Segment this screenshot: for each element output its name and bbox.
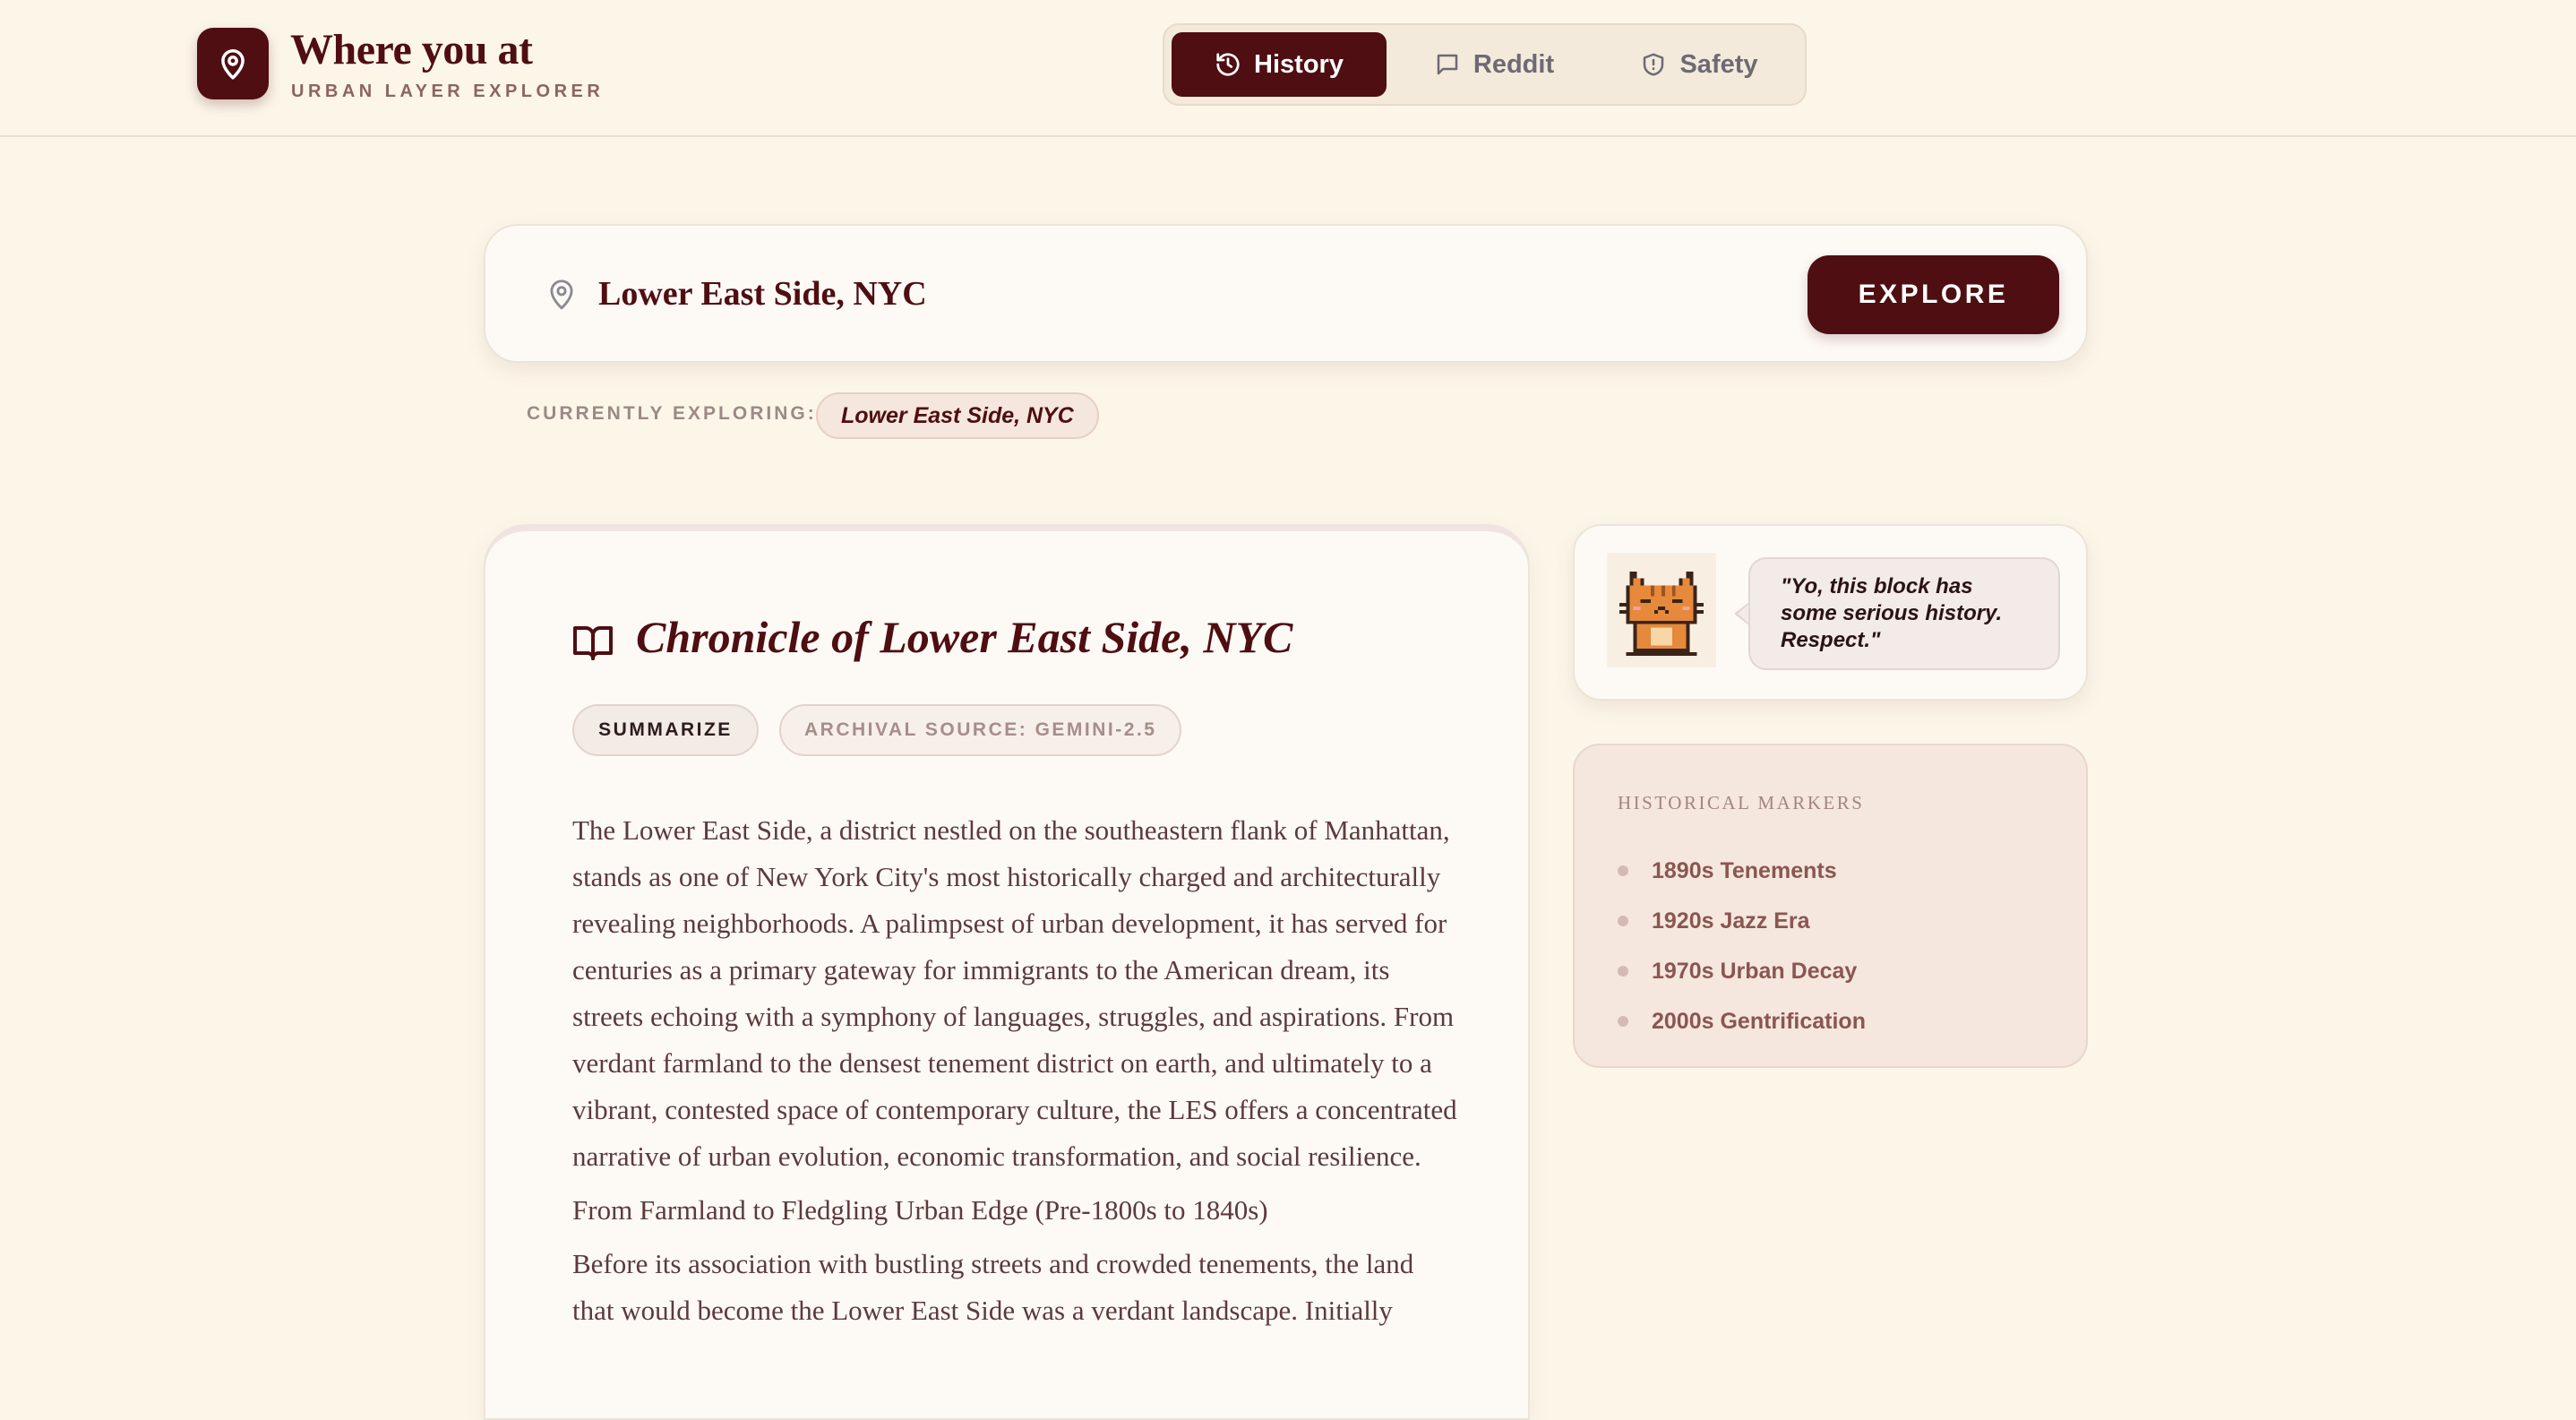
current-location-chip: Lower East Side, NYC (816, 392, 1099, 439)
cat-mascot-icon (1619, 571, 1704, 657)
marker-item[interactable]: 1890s Tenements (1618, 846, 1866, 896)
app-logo[interactable] (197, 28, 269, 99)
archival-source-badge: ARCHIVAL SOURCE: GEMINI-2.5 (779, 704, 1182, 756)
tab-history-label: History (1254, 49, 1344, 79)
bullet-dot-icon (1618, 916, 1628, 926)
marker-label: 1890s Tenements (1652, 857, 1837, 883)
chronicle-paragraph: Before its association with bustling str… (572, 1248, 1414, 1326)
marker-item[interactable]: 1970s Urban Decay (1618, 946, 1866, 996)
tab-safety[interactable]: Safety (1600, 32, 1799, 97)
chronicle-section-heading: From Farmland to Fledgling Urban Edge (P… (572, 1194, 1268, 1226)
markers-heading: HISTORICAL MARKERS (1618, 792, 1865, 813)
shield-icon (1644, 53, 1664, 76)
marker-label: 1970s Urban Decay (1652, 958, 1858, 984)
chronicle-paragraph: The Lower East Side, a district nestled … (572, 814, 1457, 1172)
chronicle-title: Chronicle of Lower East Side, NYC (636, 612, 1293, 662)
mascot-avatar (1607, 553, 1716, 667)
chat-bubble-icon (1437, 54, 1458, 75)
app-subtitle: URBAN LAYER EXPLORER (291, 82, 605, 101)
mascot-speech-bubble: "Yo, this block has some serious history… (1748, 557, 2060, 670)
map-pin-icon (221, 49, 245, 80)
chronicle-card: Chronicle of Lower East Side, NYC SUMMAR… (484, 524, 1530, 1420)
tab-safety-label: Safety (1679, 49, 1758, 79)
marker-label: 2000s Gentrification (1652, 1008, 1866, 1034)
tab-history[interactable]: History (1172, 32, 1387, 97)
bullet-dot-icon (1618, 865, 1628, 876)
marker-item[interactable]: 1920s Jazz Era (1618, 896, 1866, 946)
location-search-input[interactable] (598, 265, 1673, 323)
tab-reddit-label: Reddit (1473, 49, 1555, 79)
bullet-dot-icon (1618, 966, 1628, 977)
search-bar: EXPLORE (484, 224, 2088, 363)
bullet-dot-icon (1618, 1016, 1628, 1027)
chronicle-body: The Lower East Side, a district nestled … (572, 807, 1459, 1341)
app-header: Where you at URBAN LAYER EXPLORER Histor… (0, 0, 2576, 137)
explore-button[interactable]: EXPLORE (1807, 255, 2059, 334)
historical-markers-card: HISTORICAL MARKERS 1890s Tenements 1920s… (1573, 744, 2088, 1068)
location-pin-icon (550, 280, 573, 310)
marker-item[interactable]: 2000s Gentrification (1618, 996, 1866, 1046)
summarize-button[interactable]: SUMMARIZE (572, 704, 759, 756)
marker-label: 1920s Jazz Era (1652, 908, 1810, 934)
tab-reddit[interactable]: Reddit (1406, 32, 1582, 97)
markers-list: 1890s Tenements 1920s Jazz Era 1970s Urb… (1618, 846, 1866, 1046)
tab-bar: History Reddit Safety (1163, 23, 1807, 106)
mascot-quote-card: "Yo, this block has some serious history… (1573, 524, 2088, 701)
currently-exploring-label: CURRENTLY EXPLORING: (527, 403, 817, 424)
open-book-icon (573, 626, 613, 660)
history-icon (1216, 53, 1240, 76)
app-title: Where you at (290, 26, 533, 73)
